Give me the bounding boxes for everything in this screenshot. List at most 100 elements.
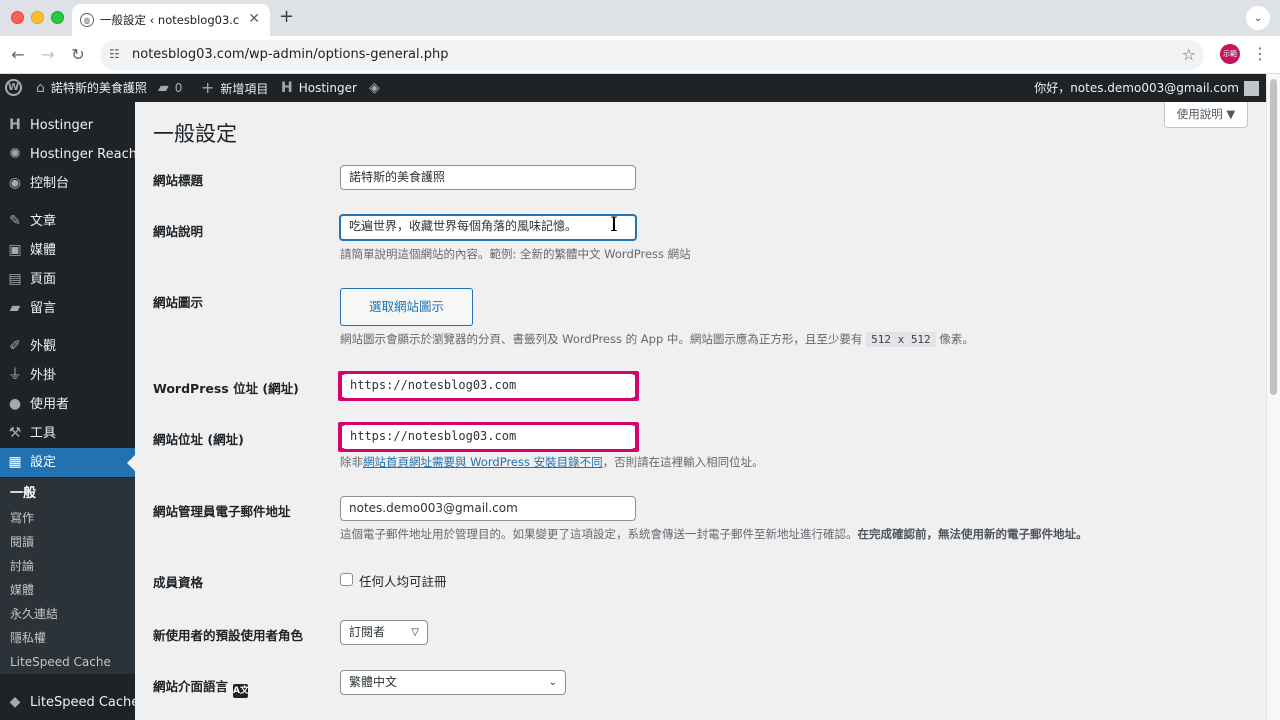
sidebar-item-appearance[interactable]: ✐ 外觀 — [0, 332, 135, 361]
adminbar-site-link[interactable]: ⌂ 諾特斯的美食護照 — [36, 74, 147, 102]
tagline-input[interactable]: 吃遍世界，收藏世界每個角落的風味記憶。 — [339, 214, 637, 241]
membership-label: 成員資格 — [153, 575, 204, 590]
url-text[interactable]: notesblog03.com/wp-admin/options-general… — [132, 47, 449, 62]
submenu-permalinks[interactable]: 永久連結 — [10, 606, 58, 622]
comment-icon: ▰ — [9, 300, 21, 316]
admin-email-label: 網站管理員電子郵件地址 — [153, 504, 291, 519]
reach-icon: ✺ — [9, 146, 21, 162]
sidebar-item-users[interactable]: ● 使用者 — [0, 390, 135, 419]
pin-icon: ✎ — [9, 213, 21, 229]
browser-tab-bar: ◍ 一般設定 ‹ notesblog03.com ✕ + ⌄ — [0, 0, 1280, 36]
select-site-icon-button[interactable]: 選取網站圖示 — [340, 288, 473, 326]
active-menu-arrow — [127, 455, 135, 471]
site-language-label: 網站介面語言 A文 — [153, 679, 249, 698]
bookmark-star-icon[interactable]: ☆ — [1182, 45, 1196, 64]
wordpress-logo-icon[interactable]: W — [5, 79, 22, 96]
adminbar-new-item[interactable]: + 新增項目 — [201, 74, 268, 102]
submenu-reading[interactable]: 閱讀 — [10, 534, 34, 550]
chevron-down-icon: ⌄ — [548, 677, 557, 688]
tab-search-button[interactable]: ⌄ — [1246, 6, 1270, 30]
plugin-icon: ⏚ — [8, 367, 22, 383]
sidebar-item-settings[interactable]: ▦ 設定 — [0, 448, 135, 477]
site-title-label: 網站標題 — [153, 173, 204, 188]
text-cursor-icon: I — [610, 212, 618, 236]
submenu-media[interactable]: 媒體 — [10, 582, 34, 598]
tab-close-icon[interactable]: ✕ — [248, 11, 260, 27]
globe-icon: ◍ — [80, 13, 94, 27]
tagline-label: 網站說明 — [153, 224, 204, 239]
wp-address-input[interactable]: https://notesblog03.com — [342, 374, 635, 398]
default-role-select[interactable]: 訂閱者 ▽ — [340, 620, 428, 645]
settings-submenu: 一般 寫作 閱讀 討論 媒體 永久連結 隱私權 LiteSpeed Cache — [0, 478, 135, 674]
adminbar-hostinger[interactable]: H Hostinger — [281, 74, 357, 102]
adminbar-hostinger-label: Hostinger — [298, 81, 357, 95]
site-address-description: 除非網站首頁網址需要與 WordPress 安裝目錄不同，否則請在這裡輸入相同位… — [340, 455, 764, 469]
address-bar[interactable]: ☷ notesblog03.com/wp-admin/options-gener… — [100, 40, 1204, 70]
sidebar-item-media[interactable]: ▣ 媒體 — [0, 236, 135, 265]
forward-arrow-icon[interactable]: → — [37, 44, 59, 66]
sidebar-item-dashboard[interactable]: ◉ 控制台 — [0, 169, 135, 198]
browser-toolbar: ← → ↻ ☷ notesblog03.com/wp-admin/options… — [0, 36, 1280, 74]
sidebar-item-litespeed-cache[interactable]: ◆ LiteSpeed Cache — [0, 688, 140, 717]
anyone-can-register-label[interactable]: 任何人均可註冊 — [359, 571, 447, 590]
adminbar-comments[interactable]: ▰ 0 — [158, 74, 182, 102]
page-icon: ▤ — [8, 271, 22, 287]
hostinger-icon: H — [9, 117, 21, 133]
adminbar-avatar[interactable] — [1244, 81, 1259, 96]
litespeed-diamond-icon: ◆ — [9, 694, 21, 710]
page-title: 一般設定 — [153, 122, 237, 146]
brush-icon: ✐ — [9, 338, 21, 354]
sidebar-item-plugins[interactable]: ⏚ 外掛 — [0, 361, 135, 390]
user-icon: ● — [8, 396, 22, 412]
sidebar-item-hostinger-reach[interactable]: ✺ Hostinger Reach — [0, 140, 137, 169]
submenu-writing[interactable]: 寫作 — [10, 510, 34, 526]
admin-email-input[interactable]: notes.demo003@gmail.com — [340, 496, 636, 521]
browser-tab[interactable]: ◍ 一般設定 ‹ notesblog03.com ✕ — [72, 4, 270, 36]
sidebar-item-hostinger[interactable]: H Hostinger — [0, 111, 135, 140]
anyone-can-register-checkbox[interactable] — [340, 573, 353, 586]
site-address-input[interactable]: https://notesblog03.com — [342, 425, 635, 449]
default-role-label: 新使用者的預設使用者角色 — [153, 628, 304, 643]
scrollbar-thumb[interactable] — [1270, 79, 1277, 395]
adminbar-new-label: 新增項目 — [220, 82, 269, 96]
submenu-privacy[interactable]: 隱私權 — [10, 630, 46, 646]
adminbar-litespeed[interactable]: ◈ — [369, 74, 386, 102]
back-arrow-icon[interactable]: ← — [7, 44, 29, 66]
help-tab-button[interactable]: 使用說明 ▼ — [1164, 102, 1248, 128]
submenu-discussion[interactable]: 討論 — [10, 558, 34, 574]
site-title-input[interactable]: 諾特斯的美食護照 — [340, 165, 636, 190]
comment-bubble-icon: ▰ — [158, 80, 169, 96]
hostinger-icon: H — [281, 80, 293, 96]
submenu-general[interactable]: 一般 — [10, 486, 36, 502]
profile-avatar[interactable]: 示範 — [1220, 44, 1240, 64]
sidebar-item-pages[interactable]: ▤ 頁面 — [0, 265, 135, 294]
admin-sidebar: H Hostinger ✺ Hostinger Reach ◉ 控制台 ✎ 文章… — [0, 102, 140, 720]
site-icon-description: 網站圖示會顯示於瀏覽器的分頁、書籤列及 WordPress 的 App 中。網站… — [340, 332, 974, 347]
new-tab-button[interactable]: + — [279, 7, 294, 27]
tab-title: 一般設定 ‹ notesblog03.com — [100, 13, 240, 27]
close-window-button[interactable] — [11, 11, 24, 24]
site-address-help-link[interactable]: 網站首頁網址需要與 WordPress 安裝目錄不同 — [363, 455, 603, 469]
site-address-label: 網站位址 (網址) — [153, 432, 244, 447]
litespeed-diamond-icon: ◈ — [369, 80, 380, 96]
sidebar-item-posts[interactable]: ✎ 文章 — [0, 207, 135, 236]
icon-size-code: 512 x 512 — [866, 332, 936, 347]
browser-menu-icon[interactable]: ⋮ — [1252, 44, 1268, 64]
dashboard-icon: ◉ — [8, 175, 22, 191]
sidebar-item-comments[interactable]: ▰ 留言 — [0, 294, 135, 323]
reload-icon[interactable]: ↻ — [67, 44, 89, 66]
minimize-window-button[interactable] — [31, 11, 44, 24]
translate-icon: A文 — [233, 684, 249, 698]
site-info-icon[interactable]: ☷ — [109, 47, 120, 61]
submenu-litespeed-cache[interactable]: LiteSpeed Cache — [10, 654, 111, 670]
site-language-select[interactable]: 繁體中文 ⌄ — [340, 670, 566, 695]
sidebar-item-tools[interactable]: ⚒ 工具 — [0, 419, 135, 448]
tagline-description: 請簡單說明這個網站的內容。範例: 全新的繁體中文 WordPress 網站 — [340, 247, 691, 261]
media-icon: ▣ — [8, 242, 22, 258]
maximize-window-button[interactable] — [51, 11, 64, 24]
site-icon-label: 網站圖示 — [153, 295, 204, 310]
admin-email-description: 這個電子郵件地址用於管理目的。如果變更了這項設定，系統會傳送一封電子郵件至新地址… — [340, 527, 1088, 541]
adminbar-greeting[interactable]: 你好，notes.demo003@gmail.com — [1034, 74, 1239, 102]
settings-icon: ▦ — [8, 454, 22, 470]
page-scrollbar[interactable] — [1266, 74, 1280, 720]
